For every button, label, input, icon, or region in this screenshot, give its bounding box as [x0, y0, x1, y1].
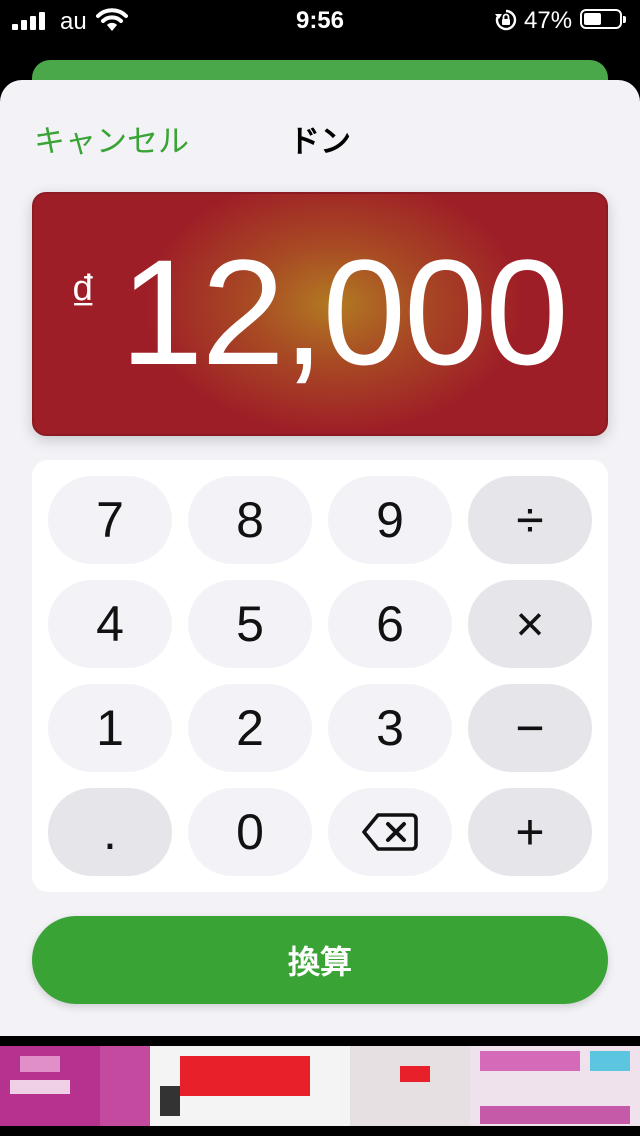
key-divide[interactable]: ÷ [468, 476, 592, 564]
key-2[interactable]: 2 [188, 684, 312, 772]
key-decimal[interactable]: . [48, 788, 172, 876]
key-backspace[interactable] [328, 788, 452, 876]
key-3[interactable]: 3 [328, 684, 452, 772]
battery-icon [580, 9, 626, 29]
convert-button[interactable]: 換算 [32, 916, 608, 1004]
key-8[interactable]: 8 [188, 476, 312, 564]
key-1[interactable]: 1 [48, 684, 172, 772]
ad-banner[interactable] [0, 1036, 640, 1136]
key-minus[interactable]: − [468, 684, 592, 772]
key-plus[interactable]: + [468, 788, 592, 876]
key-6[interactable]: 6 [328, 580, 452, 668]
keypad: 7 8 9 ÷ 4 5 6 × 1 2 3 − . 0 + [32, 460, 608, 892]
key-4[interactable]: 4 [48, 580, 172, 668]
key-multiply[interactable]: × [468, 580, 592, 668]
status-bar: au 9:56 47% [0, 0, 640, 40]
key-5[interactable]: 5 [188, 580, 312, 668]
amount-display: ₫ 12,000 [32, 192, 608, 436]
battery-percent: 47% [524, 7, 573, 34]
amount-value: 12,000 [120, 228, 569, 396]
key-9[interactable]: 9 [328, 476, 452, 564]
key-7[interactable]: 7 [48, 476, 172, 564]
converter-sheet: キャンセル ドン ₫ 12,000 7 8 9 ÷ 4 5 6 × 1 2 3 … [0, 80, 640, 1036]
currency-symbol: ₫ [70, 265, 97, 323]
key-0[interactable]: 0 [188, 788, 312, 876]
rotation-lock-icon [495, 9, 517, 31]
sheet-title: ドン [289, 124, 351, 160]
delete-left-icon [362, 813, 418, 851]
